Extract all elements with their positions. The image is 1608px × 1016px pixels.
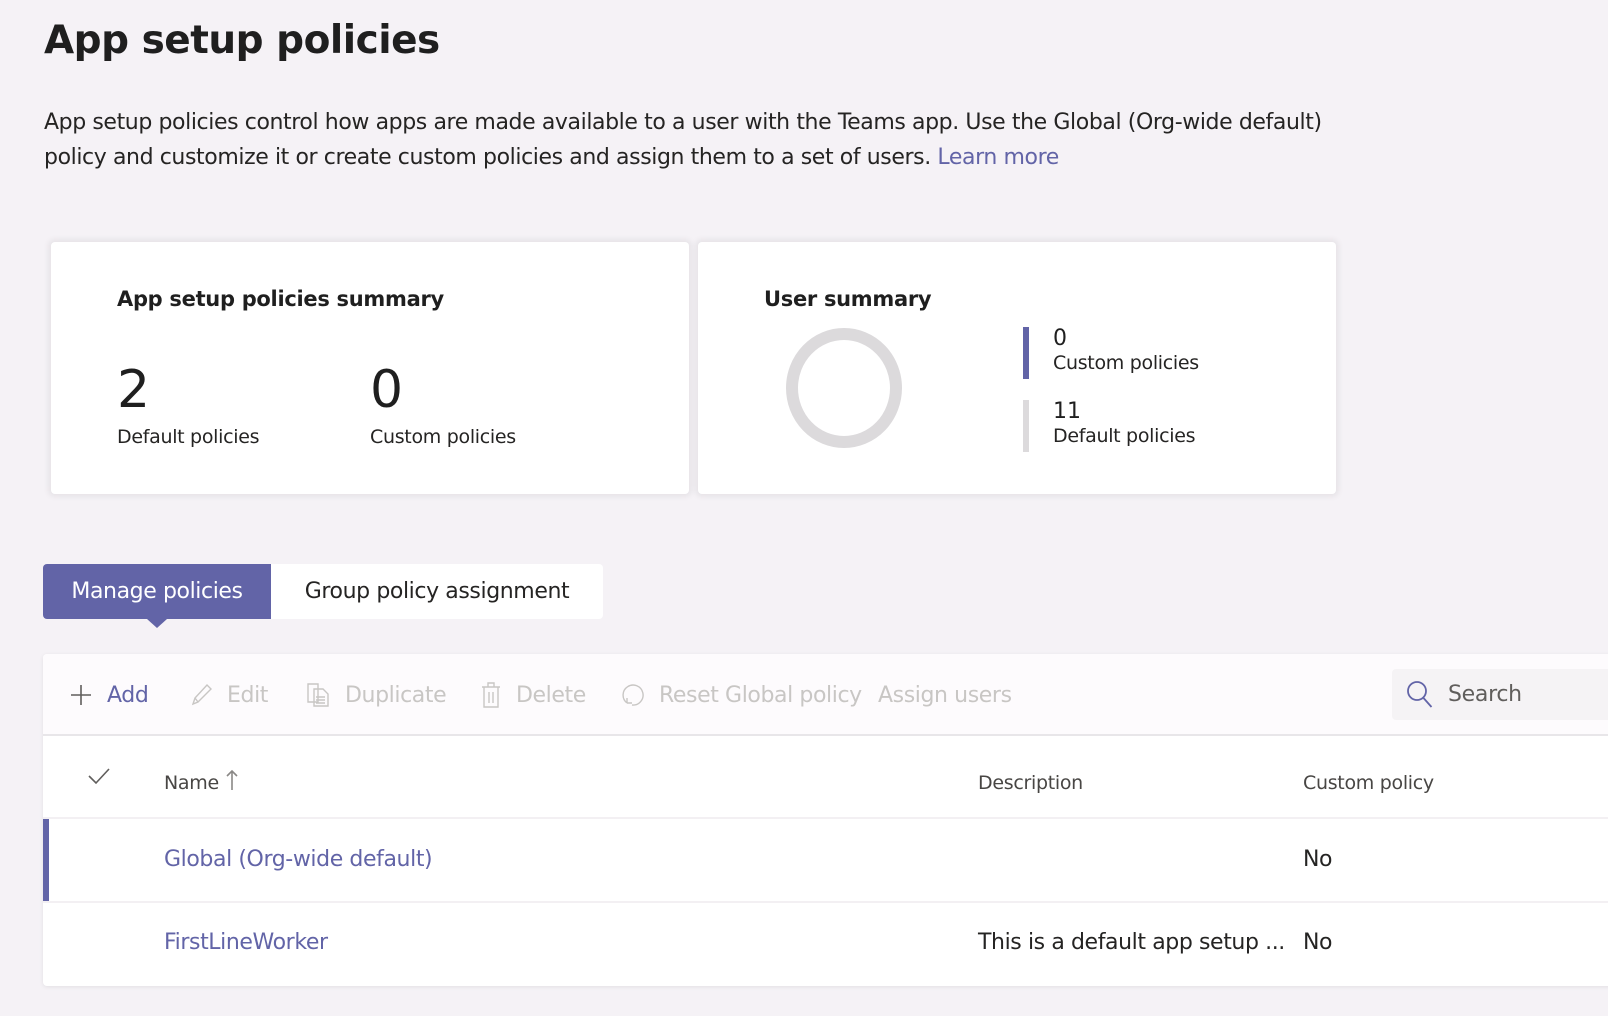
learn-more-link[interactable]: Learn more (937, 145, 1059, 170)
column-header-description[interactable]: Description (978, 772, 1083, 794)
table-row[interactable]: FirstLineWorker This is a default app se… (43, 902, 1608, 984)
legend-custom-value: 0 (1053, 326, 1067, 351)
reset-icon (622, 684, 644, 706)
policy-name-link[interactable]: FirstLineWorker (164, 930, 328, 955)
search-input[interactable]: Search (1392, 669, 1608, 720)
policy-tabs: Manage policies Group policy assignment (43, 564, 603, 628)
trash-icon (482, 682, 500, 708)
toolbar: Add Edit Duplicate Delete Reset Global p… (43, 654, 1608, 736)
user-summary-card: User summary 0 Custom policies 11 Defaul… (698, 242, 1336, 494)
legend-custom-text: 0 Custom policies (1053, 327, 1199, 375)
edit-button-label: Edit (227, 682, 269, 708)
policy-custom-value: No (1303, 847, 1333, 872)
select-all-check-icon[interactable] (87, 766, 111, 786)
column-header-name[interactable]: Name (164, 769, 239, 794)
legend-custom-label: Custom policies (1053, 352, 1199, 374)
stat-default-policies-value: 2 (117, 360, 151, 420)
delete-button[interactable]: Delete (480, 678, 586, 712)
pencil-icon (191, 683, 212, 706)
search-placeholder: Search (1448, 682, 1522, 707)
assign-users-button[interactable]: Assign users (878, 678, 1012, 712)
policy-description: This is a default app setup ... (978, 930, 1285, 955)
plus-icon (71, 685, 91, 705)
policies-panel: Add Edit Duplicate Delete Reset Global p… (43, 654, 1608, 986)
delete-button-label: Delete (516, 682, 586, 708)
add-button-label: Add (107, 682, 149, 708)
column-header-custom-policy[interactable]: Custom policy (1303, 772, 1434, 794)
reset-global-policy-label: Reset Global policy (659, 682, 862, 708)
policies-summary-card: App setup policies summary 2 Default pol… (51, 242, 689, 494)
duplicate-button[interactable]: Duplicate (305, 678, 447, 712)
assign-users-label: Assign users (878, 682, 1012, 708)
stat-custom-policies-label: Custom policies (370, 426, 516, 448)
duplicate-button-label: Duplicate (345, 682, 447, 708)
app-setup-policies-page: App setup policies App setup policies co… (0, 0, 1608, 1016)
user-summary-title: User summary (764, 287, 932, 311)
tab-manage-policies[interactable]: Manage policies (43, 564, 271, 628)
stat-default-policies-label: Default policies (117, 426, 260, 448)
reset-global-policy-button[interactable]: Reset Global policy (621, 678, 862, 712)
add-button[interactable]: Add (69, 678, 149, 712)
donut-track (786, 328, 902, 448)
stat-custom-policies-value: 0 (370, 360, 404, 420)
stat-custom-policies: 0 Custom policies (370, 362, 516, 448)
user-summary-donut-chart (784, 328, 904, 448)
legend-default-value: 11 (1053, 399, 1081, 424)
legend-custom-color-bar (1023, 327, 1029, 379)
edit-button[interactable]: Edit (189, 678, 268, 712)
table-row[interactable]: Global (Org-wide default) No (43, 819, 1608, 901)
column-header-name-label: Name (164, 772, 219, 794)
copy-icon (307, 683, 329, 707)
stat-default-policies: 2 Default policies (117, 360, 260, 448)
page-title: App setup policies (44, 18, 440, 63)
tab-group-policy-assignment[interactable]: Group policy assignment (271, 564, 603, 619)
policies-summary-title: App setup policies summary (117, 287, 444, 311)
legend-default-label: Default policies (1053, 425, 1196, 447)
policy-name-link[interactable]: Global (Org-wide default) (164, 847, 433, 872)
legend-default-text: 11 Default policies (1053, 399, 1196, 448)
legend-default-color-bar (1023, 400, 1029, 452)
intro-text: App setup policies control how apps are … (44, 105, 1364, 175)
search-icon (1407, 680, 1433, 708)
policy-custom-value: No (1303, 930, 1333, 955)
sort-ascending-icon (226, 769, 238, 790)
intro-description: App setup policies control how apps are … (44, 110, 1322, 170)
selected-row-indicator (43, 819, 49, 901)
